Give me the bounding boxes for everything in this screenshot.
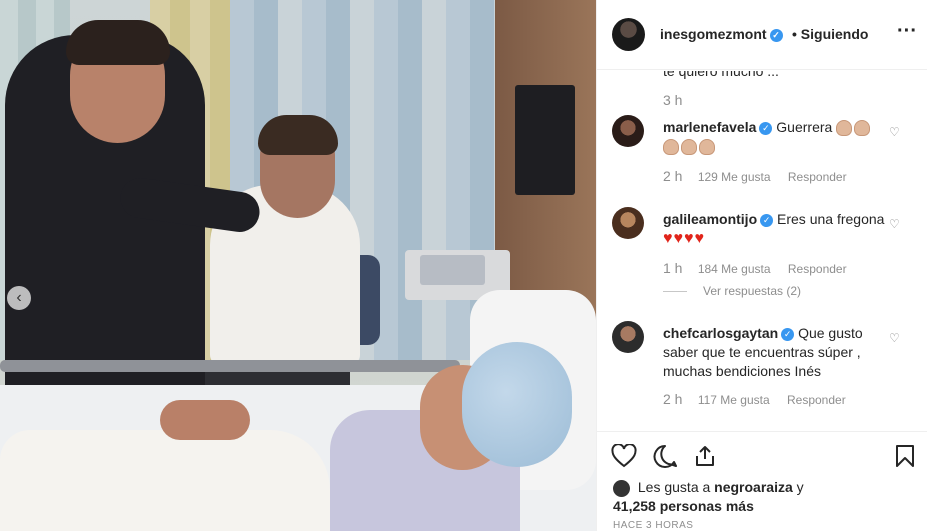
likes-count[interactable]: 41,258 personas más [613, 498, 754, 514]
held-hands [160, 400, 250, 440]
keyboard [420, 255, 485, 285]
blanket [0, 430, 330, 531]
comment-like-heart-icon[interactable]: ♡ [889, 125, 900, 139]
doctor-hair [66, 20, 170, 65]
comment-body: Guerrera [776, 119, 833, 135]
surgical-cap [462, 342, 572, 467]
post-actions: Les gusta a negroaraiza y 41,258 persona… [597, 431, 927, 531]
likes-prefix: Les gusta a [637, 479, 711, 495]
verified-icon: ✓ [781, 327, 795, 341]
comment-text: chefcarlosgaytan ✓ Que gusto saber que te… [663, 324, 888, 381]
author-username[interactable]: inesgomezmont ✓ [660, 26, 783, 42]
clap-emoji-icon [836, 120, 853, 137]
comment-username[interactable]: marlenefavela [663, 119, 756, 135]
comment-username[interactable]: galileamontijo [663, 211, 757, 227]
man-hair [258, 115, 338, 155]
red-heart-emoji-icon: ♥ [663, 230, 673, 247]
liked-by-username[interactable]: negroaraiza [714, 479, 793, 495]
avatar[interactable] [612, 115, 644, 147]
comment-text: marlenefavela ✓ Guerrera [663, 118, 888, 156]
caption-time: 3 h [663, 92, 683, 108]
comment-likes[interactable]: 117 Me gusta [698, 393, 770, 407]
view-replies-label[interactable]: Ver respuestas (2) [703, 284, 801, 298]
red-heart-emoji-icon: ♥ [684, 230, 694, 247]
truncated-caption: te quiero mucho ... [663, 71, 779, 79]
likes-summary: Les gusta a negroaraiza y 41,258 persona… [613, 478, 804, 515]
post-sidebar: inesgomezmont ✓ • Siguiendo ··· te quiero… [596, 0, 927, 531]
avatar[interactable] [612, 207, 644, 239]
comment-meta: 1 h 184 Me gusta Responder [663, 260, 861, 276]
avatar[interactable] [613, 479, 630, 497]
username-text[interactable]: inesgomezmont [660, 26, 767, 42]
comment-username[interactable]: chefcarlosgaytan [663, 325, 778, 341]
medical-monitor [515, 85, 575, 195]
comment-meta: 2 h 117 Me gusta Responder [663, 391, 860, 407]
clap-emoji-icon [681, 139, 697, 156]
comment-likes[interactable]: 129 Me gusta [698, 170, 771, 184]
follow-status[interactable]: • Siguiendo [792, 26, 868, 42]
carousel-prev-icon[interactable]: ‹ [7, 286, 31, 310]
more-dots-icon[interactable]: ··· [897, 20, 917, 43]
clap-emoji-icon [699, 139, 715, 156]
comment-meta: 2 h 129 Me gusta Responder [663, 168, 861, 184]
avatar[interactable] [612, 321, 644, 353]
clap-emoji-icon [663, 139, 679, 156]
comments-feed[interactable]: te quiero mucho ... 3 h marlenefavela ✓ G… [597, 71, 927, 431]
red-heart-emoji-icon: ♥ [694, 230, 705, 247]
verified-icon: ✓ [769, 28, 783, 42]
divider [663, 291, 687, 293]
likes-connector: y [796, 479, 804, 495]
comment-like-heart-icon[interactable]: ♡ [889, 331, 900, 345]
post-age[interactable]: HACE 3 HORAS [613, 520, 693, 531]
share-icon[interactable] [693, 444, 717, 468]
heart-icon[interactable] [611, 444, 637, 468]
reply-button[interactable]: Responder [788, 170, 847, 184]
reply-button[interactable]: Responder [788, 262, 847, 276]
comment-like-heart-icon[interactable]: ♡ [889, 217, 900, 231]
comment-time: 2 h [663, 168, 683, 184]
verified-icon: ✓ [760, 213, 774, 227]
comment-body: Eres una fregona [777, 211, 885, 227]
following-button[interactable]: Siguiendo [801, 26, 869, 42]
red-heart-emoji-icon: ♥ [673, 230, 684, 247]
post-photo[interactable]: ‹ [0, 0, 596, 531]
view-replies[interactable]: Ver respuestas (2) [663, 284, 801, 298]
comment-time: 1 h [663, 260, 683, 276]
post-header: inesgomezmont ✓ • Siguiendo ··· [597, 0, 927, 70]
comment-icon[interactable] [652, 444, 678, 468]
avatar[interactable] [612, 18, 645, 51]
clap-emoji-icon [854, 120, 871, 137]
comment-text: galileamontijo ✓ Eres una fregona ♥♥♥♥ [663, 210, 888, 248]
bookmark-icon[interactable] [894, 444, 916, 468]
bed-rail [0, 360, 460, 372]
reply-button[interactable]: Responder [787, 393, 846, 407]
comment-likes[interactable]: 184 Me gusta [698, 262, 771, 276]
separator: • [792, 26, 797, 42]
verified-icon: ✓ [759, 121, 773, 135]
comment-time: 2 h [663, 391, 683, 407]
